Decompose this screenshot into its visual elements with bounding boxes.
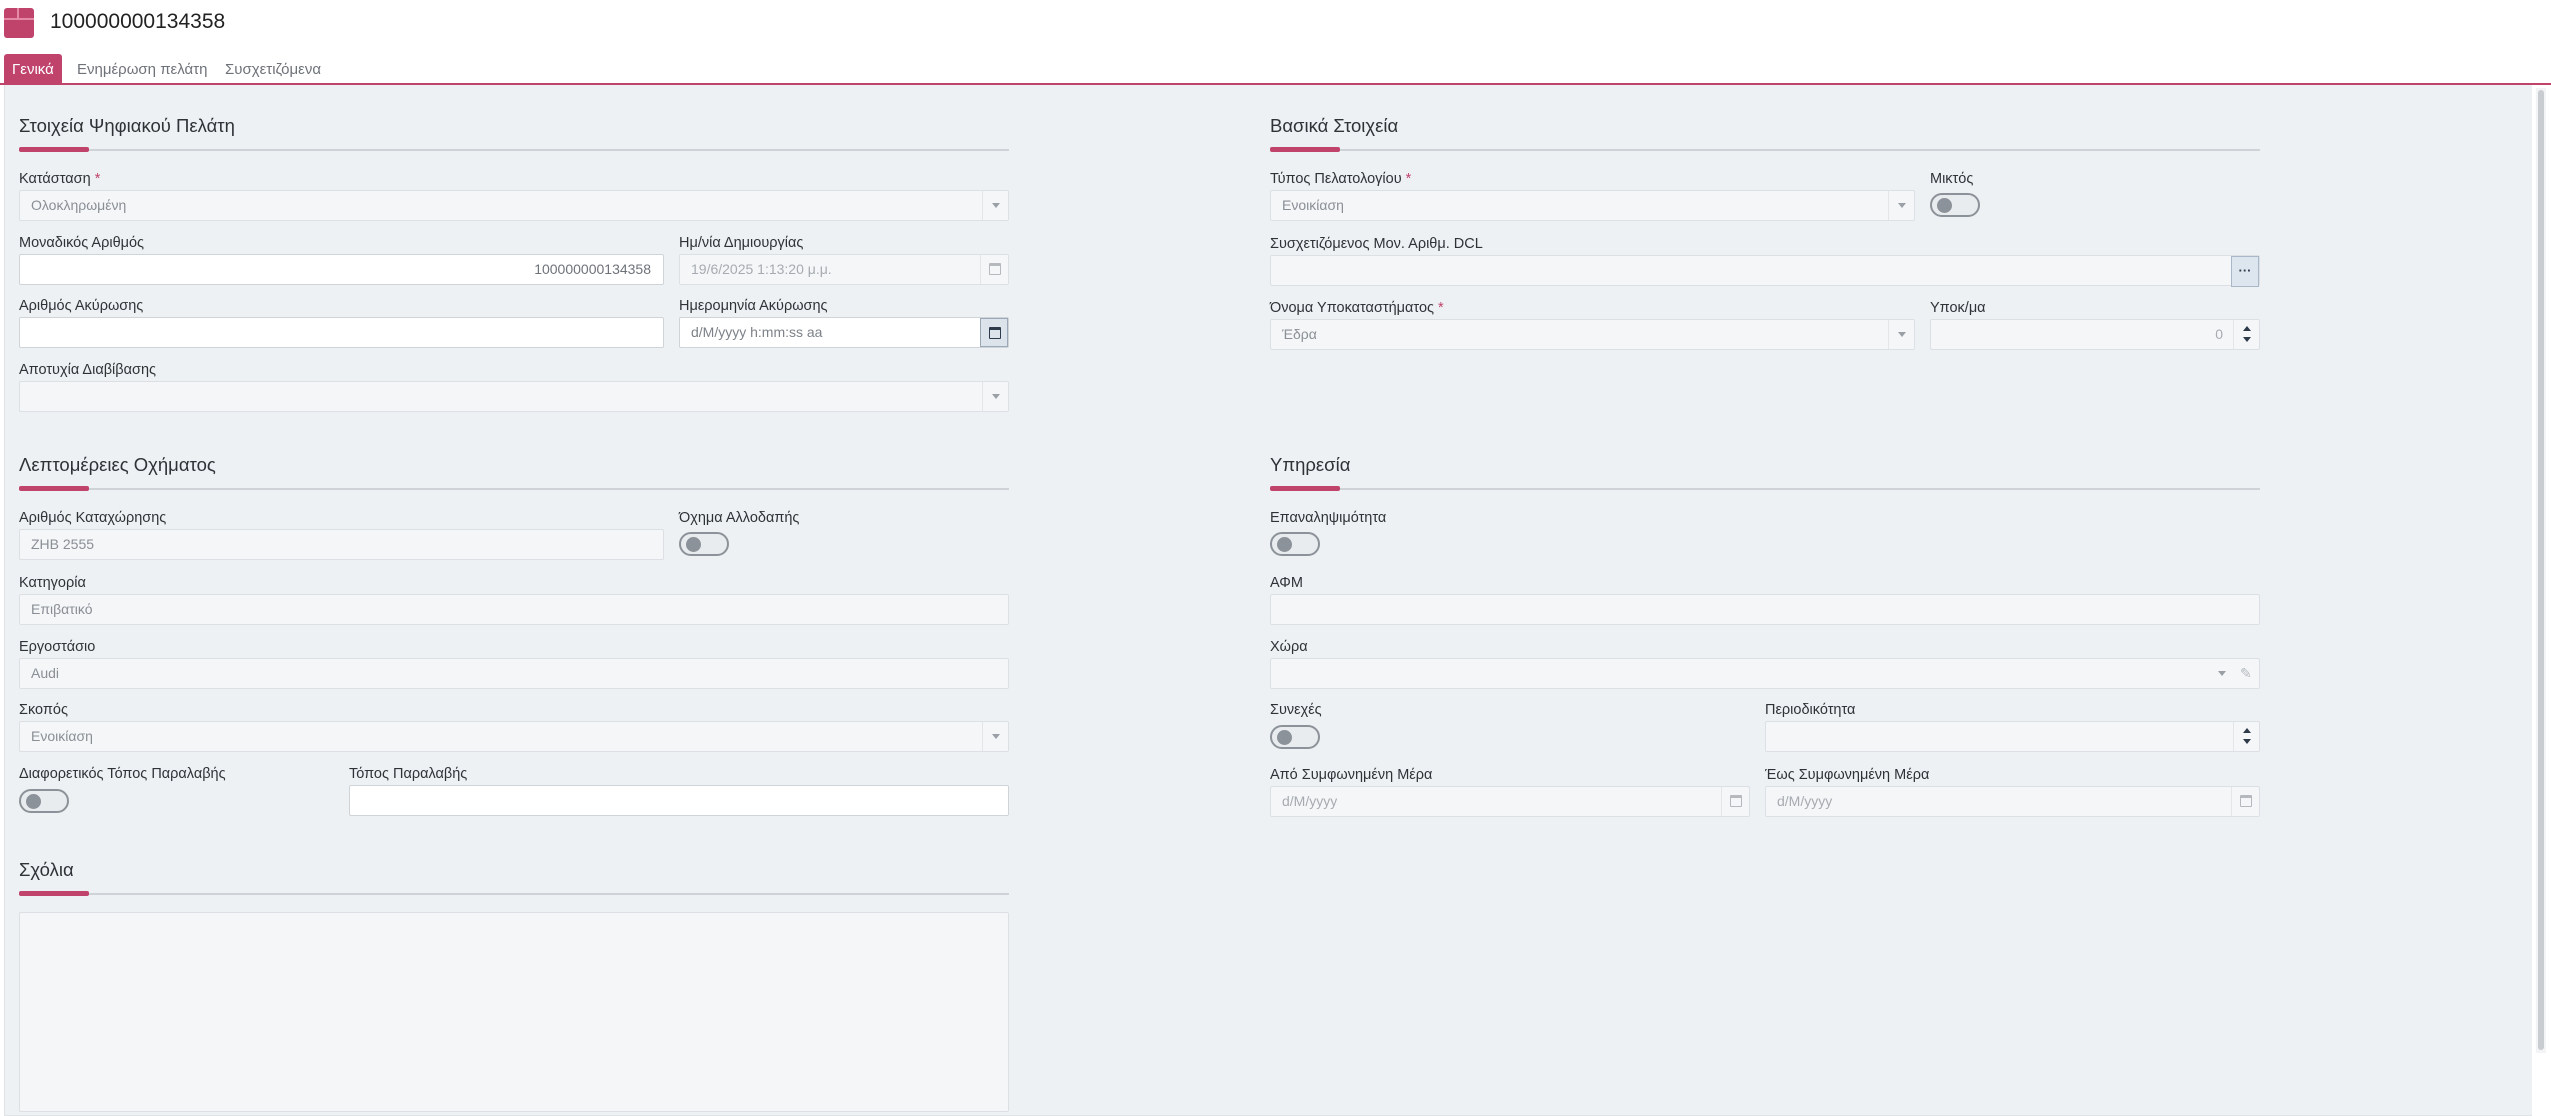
cancel-number-field[interactable] (19, 317, 664, 348)
calendar-icon (980, 255, 1008, 284)
unique-number-label: Μοναδικός Αριθμός (19, 235, 145, 251)
section-divider (19, 149, 1009, 151)
section-divider (19, 488, 1009, 490)
from-day-label: Από Συμφωνημένη Μέρα (1270, 767, 1433, 783)
chevron-down-icon[interactable] (1888, 320, 1914, 349)
section-accent (1270, 486, 1340, 491)
repeatability-toggle[interactable] (1270, 532, 1320, 556)
manufacturer-field[interactable]: Audi (19, 658, 1009, 689)
country-select[interactable] (1270, 658, 2260, 689)
country-label: Χώρα (1270, 639, 1308, 655)
section-divider (19, 893, 1009, 895)
plate-field[interactable]: ΖΗΒ 2555 (19, 529, 664, 560)
purpose-select[interactable]: Ενοικίαση (19, 721, 1009, 752)
calendar-icon[interactable] (2231, 787, 2259, 816)
section-title-vehicle: Λεπτομέρειες Οχήματος (19, 454, 216, 475)
chevron-down-icon[interactable] (982, 382, 1008, 411)
section-accent (1270, 147, 1340, 152)
manufacturer-label: Εργοστάσιο (19, 639, 96, 655)
different-pickup-toggle[interactable] (19, 789, 69, 813)
section-accent (19, 486, 89, 491)
pickup-place-label: Τόπος Παραλαβής (349, 766, 468, 782)
to-day-label: Έως Συμφωνημένη Μέρα (1765, 767, 1930, 783)
tab-general[interactable]: Γενικά (4, 54, 62, 85)
comments-textarea[interactable] (19, 912, 1009, 1112)
customer-type-label: Τύπος Πελατολογίου * (1270, 171, 1412, 187)
creation-date-label: Ημ/νία Δημιουργίας (679, 235, 804, 251)
related-dcl-field[interactable]: ··· (1270, 255, 2260, 287)
calendar-icon[interactable] (1721, 787, 1749, 816)
customer-type-select[interactable]: Ενοικίαση (1270, 190, 1915, 221)
status-label: Κατάσταση * (19, 171, 101, 187)
chevron-down-icon[interactable] (982, 722, 1008, 751)
branch-name-select[interactable]: Έδρα (1270, 319, 1915, 350)
stepper-arrows-icon[interactable] (2233, 320, 2259, 349)
tab-related[interactable]: Συσχετιζόμενα (217, 54, 329, 85)
page-title: 100000000134358 (50, 10, 226, 33)
section-accent (19, 147, 89, 152)
cancel-date-label: Ημερομηνία Ακύρωσης (679, 298, 828, 314)
stepper-arrows-icon[interactable] (2233, 722, 2259, 751)
unique-number-field[interactable]: 100000000134358 (19, 254, 664, 285)
periodicity-label: Περιοδικότητα (1765, 702, 1856, 718)
continuous-toggle[interactable] (1270, 725, 1320, 749)
status-select[interactable]: Ολοκληρωμένη (19, 190, 1009, 221)
section-accent (19, 891, 89, 896)
plate-label: Αριθμός Καταχώρησης (19, 510, 167, 526)
creation-date-field: 19/6/2025 1:13:20 μ.μ. (679, 254, 1009, 285)
transmission-failure-label: Αποτυχία Διαβίβασης (19, 362, 157, 378)
box-icon (4, 8, 34, 38)
foreign-vehicle-label: Όχημα Αλλοδαπής (679, 510, 800, 526)
tab-customer-update[interactable]: Ενημέρωση πελάτη (69, 54, 215, 85)
section-title-service: Υπηρεσία (1270, 454, 1351, 475)
branch-name-label: Όνομα Υποκαταστήματος * (1270, 300, 1444, 316)
cancel-number-label: Αριθμός Ακύρωσης (19, 298, 144, 314)
afm-field[interactable] (1270, 594, 2260, 625)
pencil-icon[interactable] (2233, 659, 2259, 688)
pickup-place-field[interactable] (349, 785, 1009, 816)
from-day-field[interactable]: d/M/yyyy (1270, 786, 1750, 817)
section-title-comments: Σχόλια (19, 859, 74, 880)
mixed-label: Μικτός (1930, 171, 1974, 187)
continuous-label: Συνεχές (1270, 702, 1322, 718)
tab-bar: Γενικά Ενημέρωση πελάτη Συσχετιζόμενα (0, 54, 2551, 85)
branch-number-stepper[interactable]: 0 (1930, 319, 2260, 350)
top-bar: 100000000134358 (0, 0, 2551, 52)
section-divider (1270, 149, 2260, 151)
category-label: Κατηγορία (19, 575, 86, 591)
more-options-button[interactable]: ··· (2231, 256, 2259, 287)
cancel-date-field[interactable]: d/M/yyyy h:mm:ss aa (679, 317, 1009, 348)
periodicity-stepper[interactable] (1765, 721, 2260, 752)
to-day-field[interactable]: d/M/yyyy (1765, 786, 2260, 817)
scrollbar-thumb[interactable] (2538, 90, 2544, 1050)
chevron-down-icon[interactable] (2211, 659, 2233, 688)
mixed-toggle[interactable] (1930, 193, 1980, 217)
section-title-digital-customer: Στοιχεία Ψηφιακού Πελάτη (19, 115, 235, 136)
afm-label: ΑΦΜ (1270, 575, 1303, 591)
related-dcl-label: Συσχετιζόμενος Μον. Αριθμ. DCL (1270, 236, 1483, 252)
calendar-icon[interactable] (980, 318, 1008, 347)
transmission-failure-select[interactable] (19, 381, 1009, 412)
section-title-basic: Βασικά Στοιχεία (1270, 115, 1399, 136)
section-divider (1270, 488, 2260, 490)
different-pickup-label: Διαφορετικός Τόπος Παραλαβής (19, 766, 226, 782)
chevron-down-icon[interactable] (982, 191, 1008, 220)
foreign-vehicle-toggle[interactable] (679, 532, 729, 556)
purpose-label: Σκοπός (19, 702, 68, 718)
repeatability-label: Επαναληψιμότητα (1270, 510, 1387, 526)
chevron-down-icon[interactable] (1888, 191, 1914, 220)
branch-number-label: Υποκ/μα (1930, 300, 1986, 316)
category-field[interactable]: Επιβατικό (19, 594, 1009, 625)
